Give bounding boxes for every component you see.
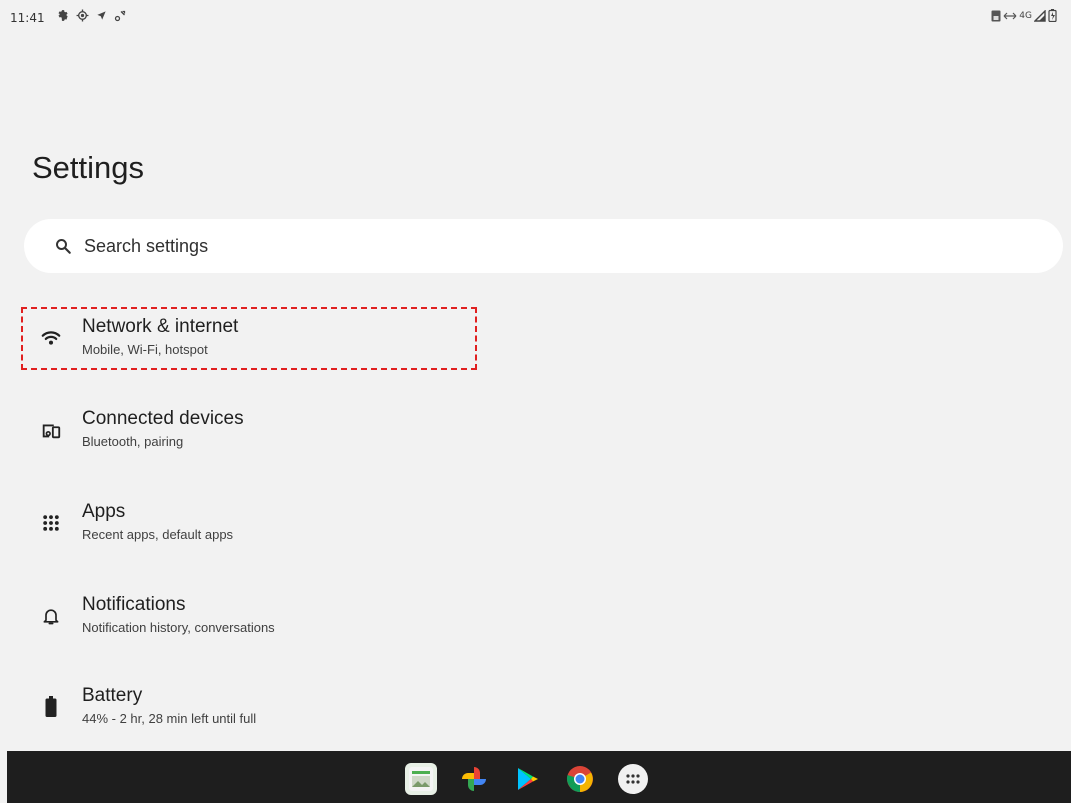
wifi-icon — [40, 327, 62, 349]
settings-item-subtitle: Bluetooth, pairing — [82, 434, 184, 449]
location-arrow-icon — [97, 11, 106, 20]
settings-item-network[interactable]: Network & internet Mobile, Wi-Fi, hotspo… — [24, 306, 1024, 370]
battery-charging-icon — [1048, 9, 1057, 22]
settings-item-title: Apps — [82, 501, 126, 522]
search-placeholder: Search settings — [84, 235, 209, 256]
search-bar[interactable]: Search settings — [24, 219, 1063, 273]
status-left-icons — [56, 9, 126, 22]
settings-icon — [58, 10, 68, 21]
apps-grid-icon — [40, 512, 62, 534]
settings-item-title: Notifications — [82, 594, 186, 615]
settings-item-title: Network & internet — [82, 316, 239, 337]
settings-item-subtitle: Notification history, conversations — [82, 620, 275, 635]
status-time: 11:41 — [10, 11, 45, 25]
status-bar: 11:41 4G — [0, 0, 1071, 28]
app-drawer-icon[interactable] — [617, 763, 649, 795]
status-right-icons: 4G — [991, 9, 1057, 22]
signal-icon — [1034, 9, 1046, 22]
sync-icon — [114, 10, 126, 21]
gallery-app-icon[interactable] — [405, 763, 437, 795]
settings-item-subtitle: Mobile, Wi-Fi, hotspot — [82, 342, 208, 357]
settings-screen: 11:41 4G Settings Search settings Networ… — [0, 0, 1071, 803]
network-type-label: 4G — [1019, 10, 1032, 21]
settings-item-title: Connected devices — [82, 408, 244, 429]
settings-item-connected-devices[interactable]: Connected devices Bluetooth, pairing — [24, 398, 1024, 462]
bell-icon — [40, 605, 62, 627]
taskbar — [7, 751, 1071, 803]
page-title: Settings — [32, 150, 145, 185]
gps-icon — [76, 9, 89, 22]
data-arrows-icon — [1003, 12, 1017, 19]
sim-icon — [991, 10, 1001, 21]
chrome-app-icon[interactable] — [564, 763, 596, 795]
devices-icon — [40, 419, 62, 441]
settings-item-subtitle: Recent apps, default apps — [82, 527, 234, 542]
search-icon — [56, 239, 71, 254]
settings-item-battery[interactable]: Battery 44% - 2 hr, 28 min left until fu… — [24, 675, 1024, 739]
settings-item-apps[interactable]: Apps Recent apps, default apps — [24, 491, 1024, 555]
photos-app-icon[interactable] — [458, 763, 490, 795]
settings-item-notifications[interactable]: Notifications Notification history, conv… — [24, 584, 1024, 648]
dock — [405, 763, 649, 795]
play-store-app-icon[interactable] — [511, 763, 543, 795]
battery-icon — [40, 696, 62, 718]
settings-item-subtitle: 44% - 2 hr, 28 min left until full — [82, 711, 257, 726]
settings-item-title: Battery — [82, 685, 143, 706]
